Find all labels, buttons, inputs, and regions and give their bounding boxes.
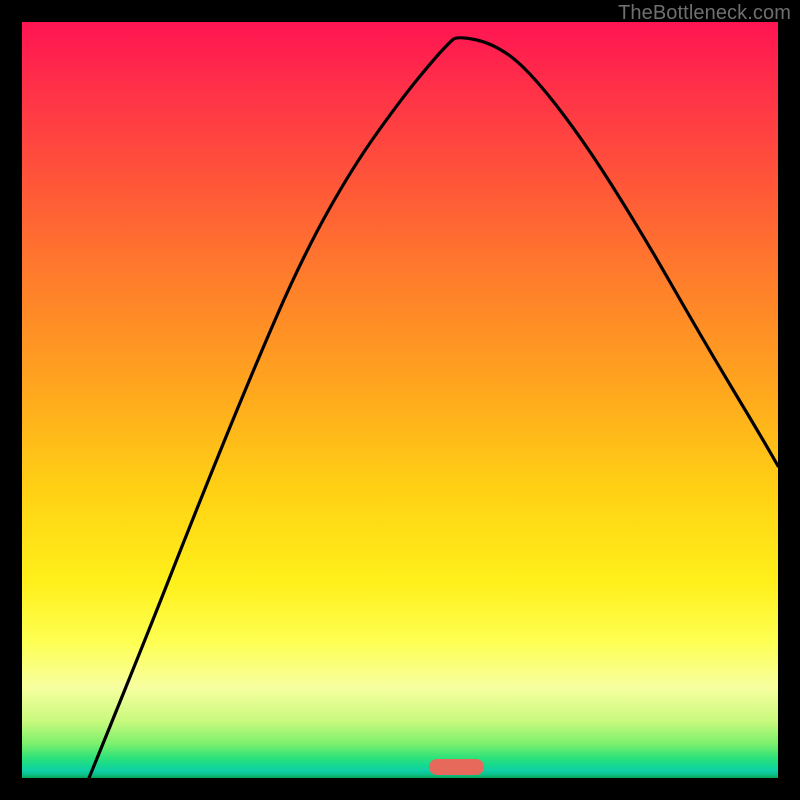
curve-svg bbox=[22, 22, 778, 778]
plot-area bbox=[22, 22, 778, 778]
chart-frame: TheBottleneck.com bbox=[0, 0, 800, 800]
optimal-marker-pill bbox=[429, 759, 484, 775]
bottleneck-curve bbox=[89, 38, 778, 778]
watermark-text: TheBottleneck.com bbox=[618, 2, 791, 25]
